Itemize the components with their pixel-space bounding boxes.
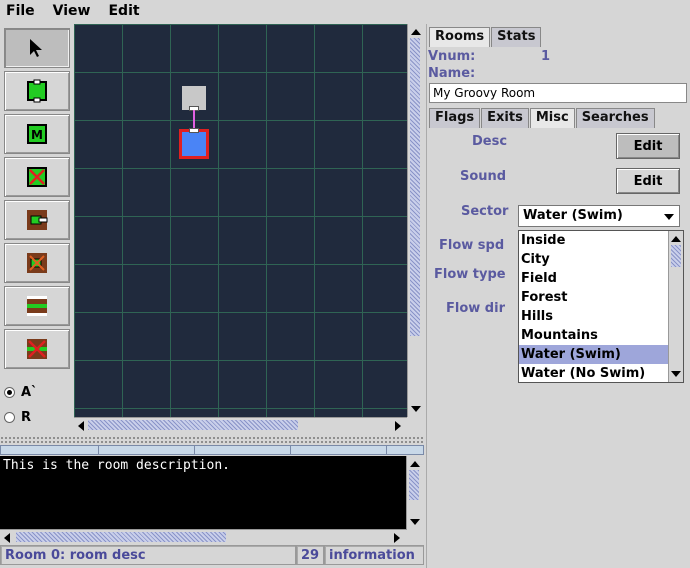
desc-label: Desc — [472, 134, 508, 149]
sector-select[interactable]: Water (Swim) — [518, 205, 680, 227]
status-room: Room 0: room desc — [0, 545, 296, 565]
tab-exits[interactable]: Exits — [481, 108, 529, 128]
split-pane-divider[interactable] — [0, 436, 424, 444]
menu-bar: File View Edit — [0, 0, 690, 22]
sector-option-inside[interactable]: Inside — [519, 231, 668, 250]
scroll-down-icon[interactable] — [671, 371, 681, 377]
new-exit-tool-button[interactable] — [4, 200, 70, 240]
description-ruler — [0, 445, 424, 455]
svg-text:M: M — [31, 128, 43, 142]
flow-dir-label: Flow dir — [446, 301, 505, 316]
radio-r-label: R — [21, 410, 32, 425]
map-vertical-scrollbar[interactable] — [407, 24, 423, 417]
dropdown-scroll-thumb[interactable] — [671, 245, 681, 267]
chevron-down-icon[interactable] — [664, 214, 674, 220]
map-vscroll-thumb[interactable] — [410, 38, 420, 336]
scroll-down-icon[interactable] — [410, 519, 420, 525]
scroll-right-icon[interactable] — [395, 421, 401, 431]
link-icon — [27, 296, 47, 316]
edit-desc-button[interactable]: Edit — [616, 133, 680, 159]
sector-label: Sector — [461, 204, 509, 219]
sector-option-mountains[interactable]: Mountains — [519, 326, 668, 345]
scroll-left-icon[interactable] — [4, 533, 10, 543]
tab-misc[interactable]: Misc — [529, 108, 575, 128]
menu-file[interactable]: File — [6, 3, 35, 19]
delete-exit-tool-button[interactable] — [4, 243, 70, 283]
exit-connection — [193, 110, 195, 129]
sub-tabs: Flags Exits Misc Searches — [429, 108, 656, 128]
scroll-down-icon[interactable] — [411, 406, 421, 412]
sector-option-water-swim[interactable]: Water (Swim) — [519, 345, 668, 364]
scroll-right-icon[interactable] — [394, 533, 400, 543]
menu-view[interactable]: View — [53, 3, 91, 19]
sound-label: Sound — [460, 169, 507, 184]
arrow-cursor-icon — [30, 39, 42, 57]
description-vertical-scrollbar[interactable] — [406, 456, 422, 530]
sector-option-forest[interactable]: Forest — [519, 288, 668, 307]
sector-dropdown-list: Inside City Field Forest Hills Mountains… — [518, 230, 684, 383]
main-tabs: Rooms Stats — [429, 27, 542, 47]
scroll-up-icon[interactable] — [411, 29, 421, 35]
link-exit-tool-button[interactable] — [4, 286, 70, 326]
dropdown-scrollbar[interactable] — [668, 231, 683, 382]
tab-stats[interactable]: Stats — [491, 27, 542, 47]
map-panel — [74, 24, 424, 434]
map-canvas[interactable] — [74, 24, 407, 417]
status-bar: Room 0: room desc 29 information — [0, 545, 424, 567]
delete-room-icon — [27, 167, 47, 187]
sector-selected-value: Water (Swim) — [523, 208, 623, 223]
name-label: Name: — [428, 66, 476, 81]
new-room-tool-button[interactable] — [4, 71, 70, 111]
radio-r-option[interactable]: R — [4, 410, 31, 425]
mob-room-icon: M — [27, 124, 47, 144]
room-description-text[interactable]: This is the room description. — [0, 456, 406, 530]
sector-option-hills[interactable]: Hills — [519, 307, 668, 326]
description-horizontal-scrollbar[interactable] — [0, 529, 406, 545]
tab-rooms[interactable]: Rooms — [429, 27, 491, 47]
tool-palette: M A` R — [0, 24, 72, 434]
scroll-up-icon[interactable] — [410, 461, 420, 467]
status-number: 29 — [296, 545, 324, 565]
unlink-icon — [27, 339, 47, 359]
vnum-label: Vnum: — [428, 49, 476, 64]
menu-edit[interactable]: Edit — [108, 3, 139, 19]
radio-r-button[interactable] — [4, 412, 15, 423]
scroll-up-icon[interactable] — [671, 236, 681, 242]
radio-a-label: A` — [21, 385, 38, 400]
unlink-exit-tool-button[interactable] — [4, 329, 70, 369]
sector-option-field[interactable]: Field — [519, 269, 668, 288]
map-hscroll-thumb[interactable] — [88, 420, 298, 430]
description-vscroll-thumb[interactable] — [409, 470, 419, 500]
flow-type-label: Flow type — [434, 267, 506, 282]
exit-icon — [27, 210, 48, 230]
vnum-value: 1 — [541, 49, 551, 64]
properties-panel: Rooms Stats Vnum: 1 Name: Flags Exits Mi… — [426, 24, 690, 568]
delete-room-tool-button[interactable] — [4, 157, 70, 197]
flow-spd-label: Flow spd — [439, 238, 505, 253]
sector-option-water-no-swim[interactable]: Water (No Swim) — [519, 364, 668, 383]
room-node-selected[interactable] — [179, 129, 209, 159]
radio-a-option[interactable]: A` — [4, 385, 38, 400]
edit-sound-button[interactable]: Edit — [616, 168, 680, 194]
sector-option-city[interactable]: City — [519, 250, 668, 269]
status-info: information — [324, 545, 424, 565]
select-tool-button[interactable] — [4, 28, 70, 68]
room-name-field[interactable] — [429, 83, 687, 103]
new-mob-tool-button[interactable]: M — [4, 114, 70, 154]
tab-flags[interactable]: Flags — [429, 108, 481, 128]
delete-exit-icon — [27, 253, 47, 273]
map-horizontal-scrollbar[interactable] — [74, 417, 407, 433]
scroll-left-icon[interactable] — [78, 421, 84, 431]
radio-a-button[interactable] — [4, 387, 15, 398]
tab-searches[interactable]: Searches — [575, 108, 655, 128]
description-hscroll-thumb[interactable] — [16, 532, 226, 542]
exit-stub-selected-room[interactable] — [189, 128, 199, 133]
room-icon — [27, 79, 47, 103]
